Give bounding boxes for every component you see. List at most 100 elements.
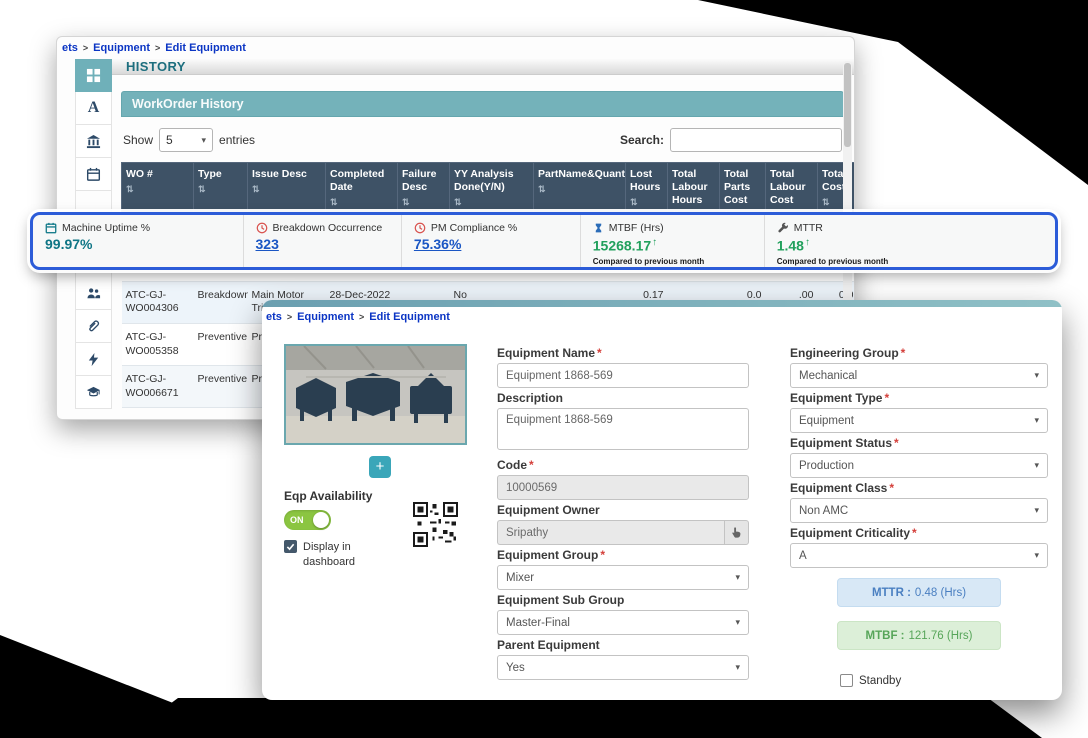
equipment-criticality-select[interactable]: A ▾ [790,543,1048,568]
breadcrumb-link[interactable]: Equipment [297,311,354,323]
breadcrumb-link[interactable]: Equipment [93,42,150,54]
equipment-owner-label: Equipment Owner [497,503,749,517]
sidebar-item-attachments[interactable] [75,310,112,343]
field-engineering-group: Engineering Group* Mechanical ▾ [790,346,1048,388]
equipment-group-select[interactable]: Mixer ▾ [497,565,749,590]
standby-checkbox[interactable] [840,674,853,687]
sort-icon: ⇅ [630,197,663,208]
breadcrumb-separator-icon: > [155,43,160,53]
required-marker: * [912,526,917,540]
selected-value: Production [799,460,854,472]
owner-picker-button[interactable] [724,520,749,545]
chevron-down-icon: ▾ [735,572,740,583]
sidebar-item-energy[interactable] [75,343,112,376]
parent-equipment-label: Parent Equipment [497,638,749,652]
selected-value: 5 [166,133,173,147]
kpi-bar: Machine Uptime % 99.97% Breakdown Occurr… [30,212,1058,270]
sidebar-item-calendar[interactable] [75,158,112,191]
kpi-mttr: MTTR 1.48↑ Compared to previous month [764,215,1055,267]
sort-icon: ⇅ [538,184,621,195]
availability-label: Eqp Availability [284,489,476,503]
equipment-photo [284,344,467,445]
show-label: Show [123,133,153,147]
kpi-value: 1.48↑ [777,237,1043,254]
selected-value: Yes [506,662,525,674]
breadcrumb-link[interactable]: Edit Equipment [369,311,450,323]
sidebar-item-facility[interactable] [75,125,112,158]
calendar-icon [86,167,101,182]
breadcrumb-separator-icon: > [359,312,364,322]
selected-value: Non AMC [799,505,848,517]
window-top-strip [262,300,1062,307]
hourglass-icon [593,222,604,234]
equipment-owner-input[interactable] [497,520,724,545]
sidebar-item-training[interactable] [75,376,112,409]
grid-icon [86,68,101,83]
scrollbar-thumb[interactable] [844,63,851,147]
equipment-form-left: Equipment Name* Description Equipment 18… [497,346,749,683]
sort-icon: ⇅ [330,197,393,208]
equipment-class-select[interactable]: Non AMC ▾ [790,498,1048,523]
add-image-button[interactable]: + [369,456,391,478]
kpi-note: Compared to previous month [593,257,752,266]
equipment-form-right: Engineering Group* Mechanical ▾ Equipmen… [790,346,1048,687]
field-equipment-name: Equipment Name* [497,346,749,388]
field-equipment-group: Equipment Group* Mixer ▾ [497,548,749,590]
kpi-value-link[interactable]: 323 [256,237,389,252]
display-in-dashboard-option[interactable]: Display in dashboard [284,540,370,570]
field-code: Code* [497,458,749,500]
sort-icon: ⇅ [198,184,243,195]
wrench-icon [777,222,789,234]
sort-icon: ⇅ [126,184,189,195]
equipment-sub-group-label: Equipment Sub Group [497,593,749,607]
trend-up-icon: ↑ [805,237,810,248]
engineering-group-select[interactable]: Mechanical ▾ [790,363,1048,388]
equipment-name-label: Equipment Name* [497,346,749,360]
panel-title: WorkOrder History [121,91,844,117]
field-equipment-sub-group: Equipment Sub Group Master-Final ▾ [497,593,749,635]
parent-equipment-select[interactable]: Yes ▾ [497,655,749,680]
chevron-down-icon: ▾ [1034,505,1039,516]
display-checkbox[interactable] [284,540,297,553]
standby-option[interactable]: Standby [840,674,1048,687]
equipment-name-input[interactable] [497,363,749,388]
sidebar-item-dashboard[interactable] [75,59,112,92]
check-icon [286,542,295,551]
breadcrumb-link[interactable]: ets [266,311,282,323]
equipment-sub-group-select[interactable]: Master-Final ▾ [497,610,749,635]
bank-icon [86,134,101,149]
equipment-status-select[interactable]: Production ▾ [790,453,1048,478]
sidebar-item-assets[interactable]: A [75,92,112,125]
equipment-status-label: Equipment Status* [790,436,1048,450]
uptime-calendar-icon [45,222,57,234]
kpi-breakdown-occurrence: Breakdown Occurrence 323 [243,215,401,267]
chevron-down-icon: ▾ [1034,415,1039,426]
lightning-icon [86,352,101,367]
breadcrumb-link[interactable]: ets [62,42,78,54]
breadcrumb-separator-icon: > [83,43,88,53]
search-input[interactable] [670,128,842,152]
selected-value: Equipment [799,415,854,427]
equipment-type-select[interactable]: Equipment ▾ [790,408,1048,433]
breadcrumb: ets > Equipment > Edit Equipment [262,307,1062,327]
description-textarea[interactable]: Equipment 1868-569 [497,408,749,450]
kpi-value-link[interactable]: 75.36% [414,237,568,252]
qr-code [413,502,458,547]
trend-up-icon: ↑ [652,237,657,248]
required-marker: * [901,346,906,360]
clock-icon [256,222,268,234]
breadcrumb-link[interactable]: Edit Equipment [165,42,246,54]
chevron-down-icon: ▾ [735,617,740,628]
equipment-type-label: Equipment Type* [790,391,1048,405]
code-input [497,475,749,500]
sidebar-item-people[interactable] [75,277,112,310]
chevron-down-icon: ▾ [1034,460,1039,471]
availability-toggle[interactable]: ON [284,510,331,530]
page-size-select[interactable]: 5 ▾ [159,128,213,152]
display-checkbox-label: Display in dashboard [303,540,370,570]
graduation-cap-icon [86,385,101,400]
selected-value: Mechanical [799,370,857,382]
selected-value: A [799,550,807,562]
clock-icon [414,222,426,234]
chevron-down-icon: ▾ [202,135,207,146]
